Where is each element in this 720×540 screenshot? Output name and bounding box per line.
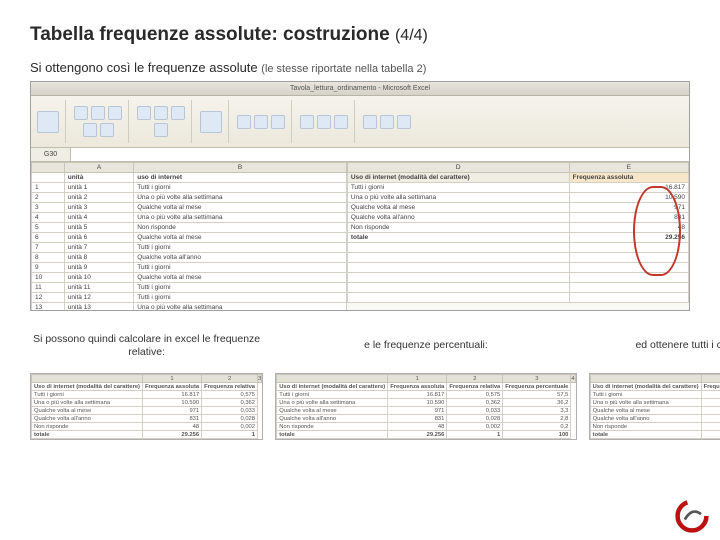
sort-icon <box>380 115 394 129</box>
slide-title: Tabella frequenze assolute: costruzione … <box>30 24 690 46</box>
underline-icon <box>108 106 122 120</box>
cond-format-icon <box>237 115 251 129</box>
data-table-left: AB unitàuso di internet1unità 1Tutti i g… <box>31 162 347 311</box>
format-icon <box>334 115 348 129</box>
table-style-icon <box>254 115 268 129</box>
mini-excel-3: 1234Uso di internet (modalità del caratt… <box>589 373 720 440</box>
subtitle-note: (le stesse riportate nella tabella 2) <box>261 63 426 75</box>
subtitle: Si ottengono così le frequenze assolute … <box>30 60 690 75</box>
excel-titlebar: Tavola_lettura_ordinamento - Microsoft E… <box>31 82 689 96</box>
caption-3: ed ottenere tutti i calcoli della tabell… <box>635 325 720 367</box>
merge-icon <box>154 123 168 137</box>
delete-icon <box>317 115 331 129</box>
brand-logo <box>674 498 710 534</box>
sum-icon <box>363 115 377 129</box>
fill-icon <box>83 123 97 137</box>
mini-excel-1: 123Uso di internet (modalità del caratte… <box>30 373 263 440</box>
title-pager: (4/4) <box>395 27 428 44</box>
excel-screenshot: Tavola_lettura_ordinamento - Microsoft E… <box>30 81 690 311</box>
align-right-icon <box>171 106 185 120</box>
bold-icon <box>74 106 88 120</box>
excel-ribbon <box>31 96 689 148</box>
align-left-icon <box>137 106 151 120</box>
title-text: Tabella frequenze assolute: costruzione <box>30 24 390 45</box>
formula-bar: G30 <box>31 148 689 162</box>
cell-ref: G30 <box>31 148 71 161</box>
insert-icon <box>300 115 314 129</box>
cell-style-icon <box>271 115 285 129</box>
find-icon <box>397 115 411 129</box>
caption-2: e le frequenze percentuali: <box>364 325 488 367</box>
mini-excel-2: 1234Uso di internet (modalità del caratt… <box>275 373 576 440</box>
number-format-icon <box>200 111 222 133</box>
font-color-icon <box>100 123 114 137</box>
align-center-icon <box>154 106 168 120</box>
pivot-table: DE Uso di internet (modalità del caratte… <box>347 162 689 303</box>
paste-icon <box>37 111 59 133</box>
italic-icon <box>91 106 105 120</box>
subtitle-main: Si ottengono così le frequenze assolute <box>30 60 258 75</box>
caption-1: Si possono quindi calcolare in excel le … <box>30 325 263 367</box>
